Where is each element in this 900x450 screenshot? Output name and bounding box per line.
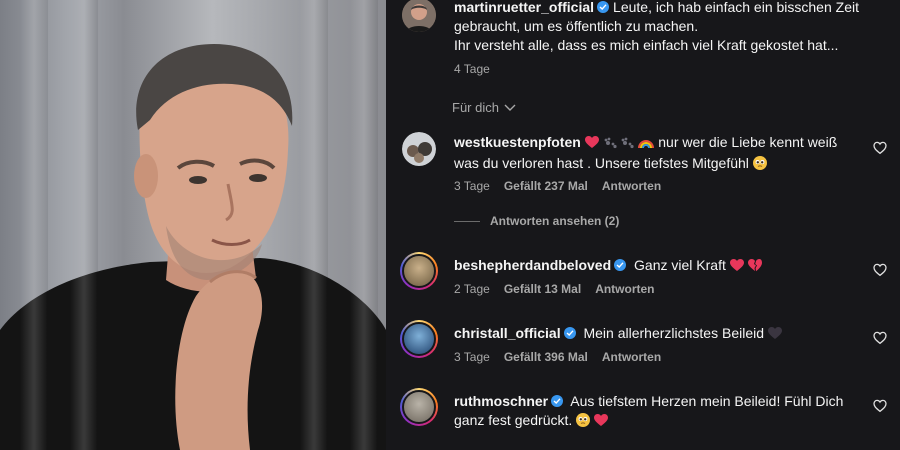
- comment-time: 2 Tage: [454, 282, 490, 296]
- comment-meta: 3 Tage Gefällt 396 Mal Antworten: [454, 350, 661, 364]
- comment-text: Ganz viel Kraft: [634, 257, 726, 273]
- sort-label: Für dich: [452, 100, 499, 115]
- heart-outline-icon[interactable]: [873, 263, 887, 277]
- reply-button[interactable]: Antworten: [602, 350, 661, 364]
- comment-username[interactable]: christall_official: [454, 325, 561, 341]
- comment-meta: 3 Tage Gefällt 237 Mal Antworten: [454, 179, 661, 193]
- avatar[interactable]: [402, 132, 436, 166]
- avatar[interactable]: [400, 320, 438, 358]
- comment-username[interactable]: beshepherdandbeloved: [454, 257, 611, 273]
- sort-dropdown[interactable]: Für dich: [452, 100, 516, 115]
- reply-button[interactable]: Antworten: [595, 282, 654, 296]
- rainbow-emoji: [638, 135, 655, 154]
- red-heart-emoji: [594, 413, 609, 432]
- caption-username[interactable]: martinruetter_official: [454, 0, 594, 15]
- caption-time: 4 Tage: [454, 62, 490, 76]
- comment-username[interactable]: westkuestenpfoten: [454, 134, 581, 150]
- chevron-down-icon: [504, 104, 516, 111]
- like-count[interactable]: Gefällt 13 Mal: [504, 282, 581, 296]
- black-heart-emoji: [767, 326, 782, 345]
- comment-time: 3 Tage: [454, 350, 490, 364]
- red-heart-emoji: [584, 135, 599, 154]
- avatar[interactable]: [400, 388, 438, 426]
- heart-outline-icon[interactable]: [873, 331, 887, 345]
- pleading-face-emoji: [752, 156, 767, 175]
- verified-badge-icon: [563, 327, 576, 339]
- like-count[interactable]: Gefällt 396 Mal: [504, 350, 588, 364]
- heart-outline-icon[interactable]: [873, 141, 887, 155]
- comments-panel: martinruetter_official Leute, ich hab ein…: [386, 0, 900, 450]
- paw-prints-emoji: [620, 135, 635, 154]
- view-replies-button[interactable]: Antworten ansehen (2): [454, 214, 619, 228]
- comment-time: 3 Tage: [454, 179, 490, 193]
- avatar[interactable]: [400, 252, 438, 290]
- verified-badge-icon: [551, 395, 564, 407]
- pleading-face-emoji: [576, 413, 591, 432]
- man-portrait-illustration: [0, 44, 386, 450]
- caption-text-2: Ihr versteht alle, dass es mich einfach …: [454, 37, 839, 53]
- video-frame: [0, 0, 386, 450]
- caption-meta: 4 Tage: [454, 62, 490, 76]
- verified-badge-icon: [614, 259, 627, 271]
- verified-badge-icon: [597, 1, 610, 13]
- heart-outline-icon[interactable]: [873, 399, 887, 413]
- comment-meta: 2 Tage Gefällt 13 Mal Antworten: [454, 282, 655, 296]
- view-replies-label: Antworten ansehen (2): [490, 214, 620, 228]
- comment-text: Mein allerherzlichstes Beileid: [583, 325, 765, 341]
- avatar[interactable]: [402, 0, 436, 32]
- divider: [454, 220, 480, 222]
- reply-button[interactable]: Antworten: [602, 179, 661, 193]
- like-count[interactable]: Gefällt 237 Mal: [504, 179, 588, 193]
- paw-prints-emoji: [603, 135, 617, 154]
- broken-heart-emoji: [747, 258, 762, 277]
- comment-username[interactable]: ruthmoschner: [454, 393, 548, 409]
- red-heart-emoji: [729, 258, 744, 277]
